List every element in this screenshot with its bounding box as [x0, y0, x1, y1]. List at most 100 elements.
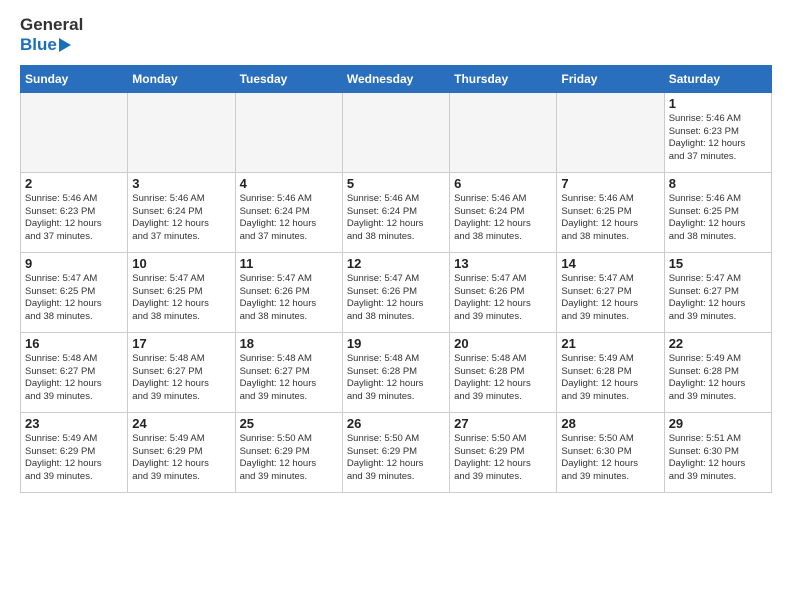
calendar-cell: 26 Sunrise: 5:50 AM Sunset: 6:29 PM Dayli… — [342, 412, 449, 492]
calendar-cell: 4 Sunrise: 5:46 AM Sunset: 6:24 PM Daylig… — [235, 172, 342, 252]
day-info: Sunrise: 5:47 AM Sunset: 6:25 PM Dayligh… — [25, 273, 123, 324]
day-number: 1 — [669, 96, 767, 111]
calendar-header-row: SundayMondayTuesdayWednesdayThursdayFrid… — [21, 65, 772, 92]
header-saturday: Saturday — [664, 65, 771, 92]
calendar-cell: 16 Sunrise: 5:48 AM Sunset: 6:27 PM Dayli… — [21, 332, 128, 412]
calendar-cell — [557, 92, 664, 172]
calendar-cell — [128, 92, 235, 172]
day-number: 9 — [25, 256, 123, 271]
calendar-cell: 12Sunrise: 5:47 AM Sunset: 6:26 PM Dayli… — [342, 252, 449, 332]
day-info: Sunrise: 5:47 AM Sunset: 6:27 PM Dayligh… — [669, 273, 767, 324]
calendar-body: 1 Sunrise: 5:46 AM Sunset: 6:23 PM Daylig… — [21, 92, 772, 492]
day-info: Sunrise: 5:49 AM Sunset: 6:29 PM Dayligh… — [25, 433, 123, 484]
calendar-table: SundayMondayTuesdayWednesdayThursdayFrid… — [20, 65, 772, 493]
day-info: Sunrise: 5:46 AM Sunset: 6:23 PM Dayligh… — [669, 113, 767, 164]
day-info: Sunrise: 5:48 AM Sunset: 6:28 PM Dayligh… — [347, 353, 445, 404]
day-number: 27 — [454, 416, 552, 431]
calendar-cell: 28 Sunrise: 5:50 AM Sunset: 6:30 PM Dayli… — [557, 412, 664, 492]
logo: General Blue — [20, 16, 83, 55]
day-number: 16 — [25, 336, 123, 351]
week-row-5: 23 Sunrise: 5:49 AM Sunset: 6:29 PM Dayli… — [21, 412, 772, 492]
calendar-cell: 5 Sunrise: 5:46 AM Sunset: 6:24 PM Daylig… — [342, 172, 449, 252]
day-number: 20 — [454, 336, 552, 351]
day-info: Sunrise: 5:47 AM Sunset: 6:26 PM Dayligh… — [240, 273, 338, 324]
week-row-4: 16 Sunrise: 5:48 AM Sunset: 6:27 PM Dayli… — [21, 332, 772, 412]
calendar-cell: 8 Sunrise: 5:46 AM Sunset: 6:25 PM Daylig… — [664, 172, 771, 252]
header-friday: Friday — [557, 65, 664, 92]
calendar-cell: 10 Sunrise: 5:47 AM Sunset: 6:25 PM Dayli… — [128, 252, 235, 332]
day-info: Sunrise: 5:48 AM Sunset: 6:27 PM Dayligh… — [240, 353, 338, 404]
day-info: Sunrise: 5:49 AM Sunset: 6:28 PM Dayligh… — [561, 353, 659, 404]
calendar-cell: 22 Sunrise: 5:49 AM Sunset: 6:28 PM Dayli… — [664, 332, 771, 412]
logo-arrow-icon — [59, 38, 71, 52]
calendar-cell: 14 Sunrise: 5:47 AM Sunset: 6:27 PM Dayli… — [557, 252, 664, 332]
day-number: 21 — [561, 336, 659, 351]
calendar-cell: 20 Sunrise: 5:48 AM Sunset: 6:28 PM Dayli… — [450, 332, 557, 412]
calendar-cell — [21, 92, 128, 172]
day-info: Sunrise: 5:50 AM Sunset: 6:29 PM Dayligh… — [347, 433, 445, 484]
day-number: 7 — [561, 176, 659, 191]
calendar-cell: 7 Sunrise: 5:46 AM Sunset: 6:25 PM Daylig… — [557, 172, 664, 252]
day-info: Sunrise: 5:48 AM Sunset: 6:27 PM Dayligh… — [25, 353, 123, 404]
day-number: 8 — [669, 176, 767, 191]
calendar-cell: 3Sunrise: 5:46 AM Sunset: 6:24 PM Daylig… — [128, 172, 235, 252]
day-number: 3 — [132, 176, 230, 191]
day-info: Sunrise: 5:49 AM Sunset: 6:28 PM Dayligh… — [669, 353, 767, 404]
day-info: Sunrise: 5:50 AM Sunset: 6:29 PM Dayligh… — [454, 433, 552, 484]
day-number: 19 — [347, 336, 445, 351]
day-number: 17 — [132, 336, 230, 351]
day-info: Sunrise: 5:49 AM Sunset: 6:29 PM Dayligh… — [132, 433, 230, 484]
day-info: Sunrise: 5:46 AM Sunset: 6:25 PM Dayligh… — [561, 193, 659, 244]
day-number: 10 — [132, 256, 230, 271]
day-info: Sunrise: 5:50 AM Sunset: 6:30 PM Dayligh… — [561, 433, 659, 484]
day-number: 25 — [240, 416, 338, 431]
day-info: Sunrise: 5:51 AM Sunset: 6:30 PM Dayligh… — [669, 433, 767, 484]
calendar-cell: 1 Sunrise: 5:46 AM Sunset: 6:23 PM Daylig… — [664, 92, 771, 172]
day-number: 23 — [25, 416, 123, 431]
calendar-cell: 27 Sunrise: 5:50 AM Sunset: 6:29 PM Dayli… — [450, 412, 557, 492]
logo-text: General Blue — [20, 16, 83, 55]
day-number: 15 — [669, 256, 767, 271]
week-row-2: 2 Sunrise: 5:46 AM Sunset: 6:23 PM Daylig… — [21, 172, 772, 252]
day-number: 18 — [240, 336, 338, 351]
day-info: Sunrise: 5:50 AM Sunset: 6:29 PM Dayligh… — [240, 433, 338, 484]
day-info: Sunrise: 5:47 AM Sunset: 6:27 PM Dayligh… — [561, 273, 659, 324]
calendar-cell: 18 Sunrise: 5:48 AM Sunset: 6:27 PM Dayli… — [235, 332, 342, 412]
day-info: Sunrise: 5:47 AM Sunset: 6:26 PM Dayligh… — [347, 273, 445, 324]
header-thursday: Thursday — [450, 65, 557, 92]
day-number: 29 — [669, 416, 767, 431]
calendar-cell: 17 Sunrise: 5:48 AM Sunset: 6:27 PM Dayli… — [128, 332, 235, 412]
day-info: Sunrise: 5:48 AM Sunset: 6:28 PM Dayligh… — [454, 353, 552, 404]
week-row-1: 1 Sunrise: 5:46 AM Sunset: 6:23 PM Daylig… — [21, 92, 772, 172]
day-number: 5 — [347, 176, 445, 191]
day-number: 6 — [454, 176, 552, 191]
week-row-3: 9 Sunrise: 5:47 AM Sunset: 6:25 PM Daylig… — [21, 252, 772, 332]
day-info: Sunrise: 5:46 AM Sunset: 6:24 PM Dayligh… — [240, 193, 338, 244]
calendar-cell: 24Sunrise: 5:49 AM Sunset: 6:29 PM Dayli… — [128, 412, 235, 492]
day-info: Sunrise: 5:46 AM Sunset: 6:24 PM Dayligh… — [347, 193, 445, 244]
calendar-cell: 23 Sunrise: 5:49 AM Sunset: 6:29 PM Dayli… — [21, 412, 128, 492]
calendar-cell: 25 Sunrise: 5:50 AM Sunset: 6:29 PM Dayli… — [235, 412, 342, 492]
calendar-cell — [450, 92, 557, 172]
day-number: 2 — [25, 176, 123, 191]
day-number: 28 — [561, 416, 659, 431]
day-number: 13 — [454, 256, 552, 271]
day-number: 22 — [669, 336, 767, 351]
day-number: 4 — [240, 176, 338, 191]
day-info: Sunrise: 5:47 AM Sunset: 6:25 PM Dayligh… — [132, 273, 230, 324]
calendar-cell: 15 Sunrise: 5:47 AM Sunset: 6:27 PM Dayli… — [664, 252, 771, 332]
day-info: Sunrise: 5:47 AM Sunset: 6:26 PM Dayligh… — [454, 273, 552, 324]
day-number: 14 — [561, 256, 659, 271]
calendar-cell: 29 Sunrise: 5:51 AM Sunset: 6:30 PM Dayli… — [664, 412, 771, 492]
day-number: 11 — [240, 256, 338, 271]
day-info: Sunrise: 5:46 AM Sunset: 6:23 PM Dayligh… — [25, 193, 123, 244]
calendar-cell: 11 Sunrise: 5:47 AM Sunset: 6:26 PM Dayli… — [235, 252, 342, 332]
day-number: 26 — [347, 416, 445, 431]
header-monday: Monday — [128, 65, 235, 92]
day-info: Sunrise: 5:48 AM Sunset: 6:27 PM Dayligh… — [132, 353, 230, 404]
calendar-cell: 13 Sunrise: 5:47 AM Sunset: 6:26 PM Dayli… — [450, 252, 557, 332]
calendar-cell: 19 Sunrise: 5:48 AM Sunset: 6:28 PM Dayli… — [342, 332, 449, 412]
calendar-cell: 9 Sunrise: 5:47 AM Sunset: 6:25 PM Daylig… — [21, 252, 128, 332]
day-info: Sunrise: 5:46 AM Sunset: 6:25 PM Dayligh… — [669, 193, 767, 244]
calendar-cell — [342, 92, 449, 172]
